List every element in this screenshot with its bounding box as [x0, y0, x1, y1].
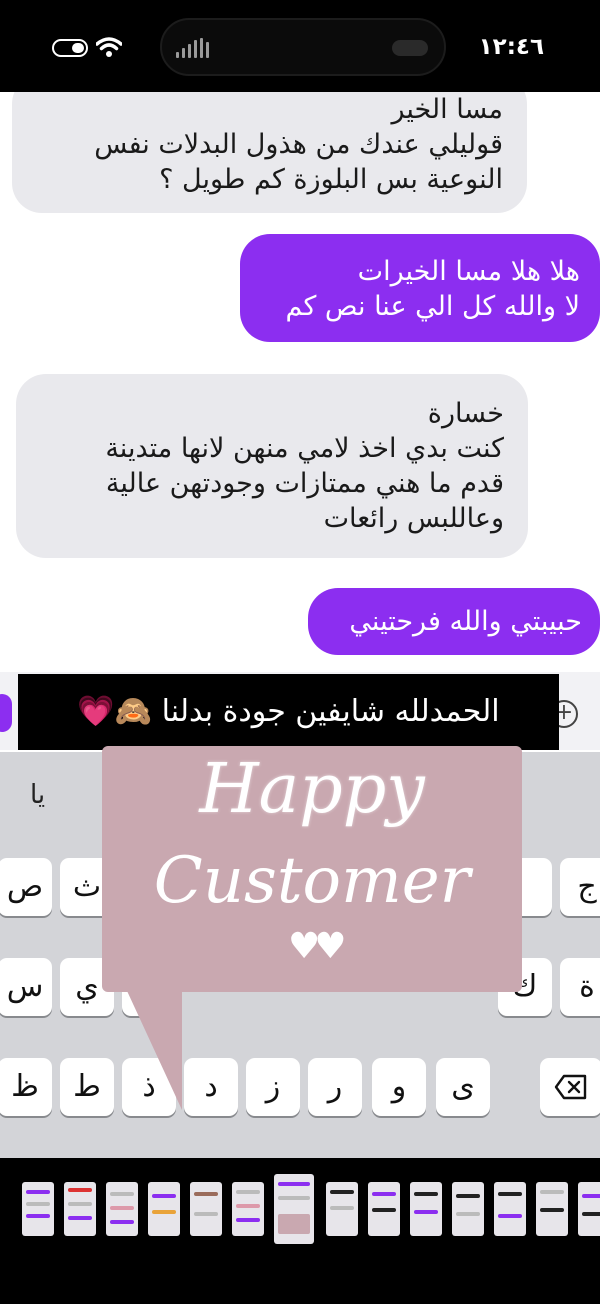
thumbnail[interactable] — [106, 1182, 138, 1236]
delete-key[interactable] — [540, 1058, 600, 1116]
thumbnail[interactable] — [368, 1182, 400, 1236]
wifi-icon — [96, 37, 122, 57]
key[interactable]: د — [184, 1058, 238, 1116]
message-outgoing: حبيبتي والله فرحتيني — [308, 588, 600, 655]
thumbnail-selected[interactable] — [274, 1174, 314, 1244]
message-incoming: مسا الخير قوليلي عندك من هذول البدلات نف… — [12, 92, 527, 213]
status-bar: ١٢:٤٦ — [0, 0, 600, 92]
thumbnail[interactable] — [190, 1182, 222, 1236]
chat-screen: مسا الخير قوليلي عندك من هذول البدلات نف… — [0, 92, 600, 1158]
key[interactable]: ة — [560, 958, 600, 1016]
camera-pill — [392, 40, 428, 56]
thumbnail[interactable] — [578, 1182, 600, 1236]
dynamic-island — [160, 18, 446, 76]
backspace-icon — [554, 1074, 587, 1100]
message-outgoing: هلا هلا مسا الخيرات لا والله كل الي عنا … — [240, 234, 600, 342]
status-time: ١٢:٤٦ — [478, 34, 544, 60]
thumbnail[interactable] — [64, 1182, 96, 1236]
key[interactable]: ص — [0, 858, 52, 916]
key[interactable]: ى — [436, 1058, 490, 1116]
key[interactable]: ظ — [0, 1058, 52, 1116]
message-incoming: خسارة كنت بدي اخذ لامي منهن لانها متدينة… — [16, 374, 528, 558]
thumbnail[interactable] — [148, 1182, 180, 1236]
key[interactable]: ط — [60, 1058, 114, 1116]
sticker-line2: Customer — [153, 844, 471, 918]
thumbnail[interactable] — [326, 1182, 358, 1236]
thumbnail[interactable] — [536, 1182, 568, 1236]
sticker-tail — [122, 980, 182, 1110]
suggestion-word[interactable]: يا — [30, 780, 45, 810]
thumbnail[interactable] — [410, 1182, 442, 1236]
audio-bars-icon — [176, 38, 209, 58]
key[interactable]: س — [0, 958, 52, 1016]
hearts-icon: ♥♥ — [288, 926, 346, 967]
thumbnail[interactable] — [22, 1182, 54, 1236]
battery-icon — [52, 39, 88, 57]
caption-overlay: الحمدلله شايفين جودة بدلنا 🙈💗 — [18, 674, 559, 750]
happy-customer-sticker: Happy Customer ♥♥ — [102, 746, 522, 992]
sticker-line1: Happy — [199, 750, 425, 829]
key[interactable]: ز — [246, 1058, 300, 1116]
thumbnail[interactable] — [452, 1182, 484, 1236]
thumbnail-strip — [0, 1172, 600, 1248]
key[interactable]: و — [372, 1058, 426, 1116]
key[interactable]: ر — [308, 1058, 362, 1116]
key[interactable]: ج — [560, 858, 600, 916]
send-button[interactable] — [0, 694, 12, 732]
thumbnail[interactable] — [232, 1182, 264, 1236]
thumbnail[interactable] — [494, 1182, 526, 1236]
